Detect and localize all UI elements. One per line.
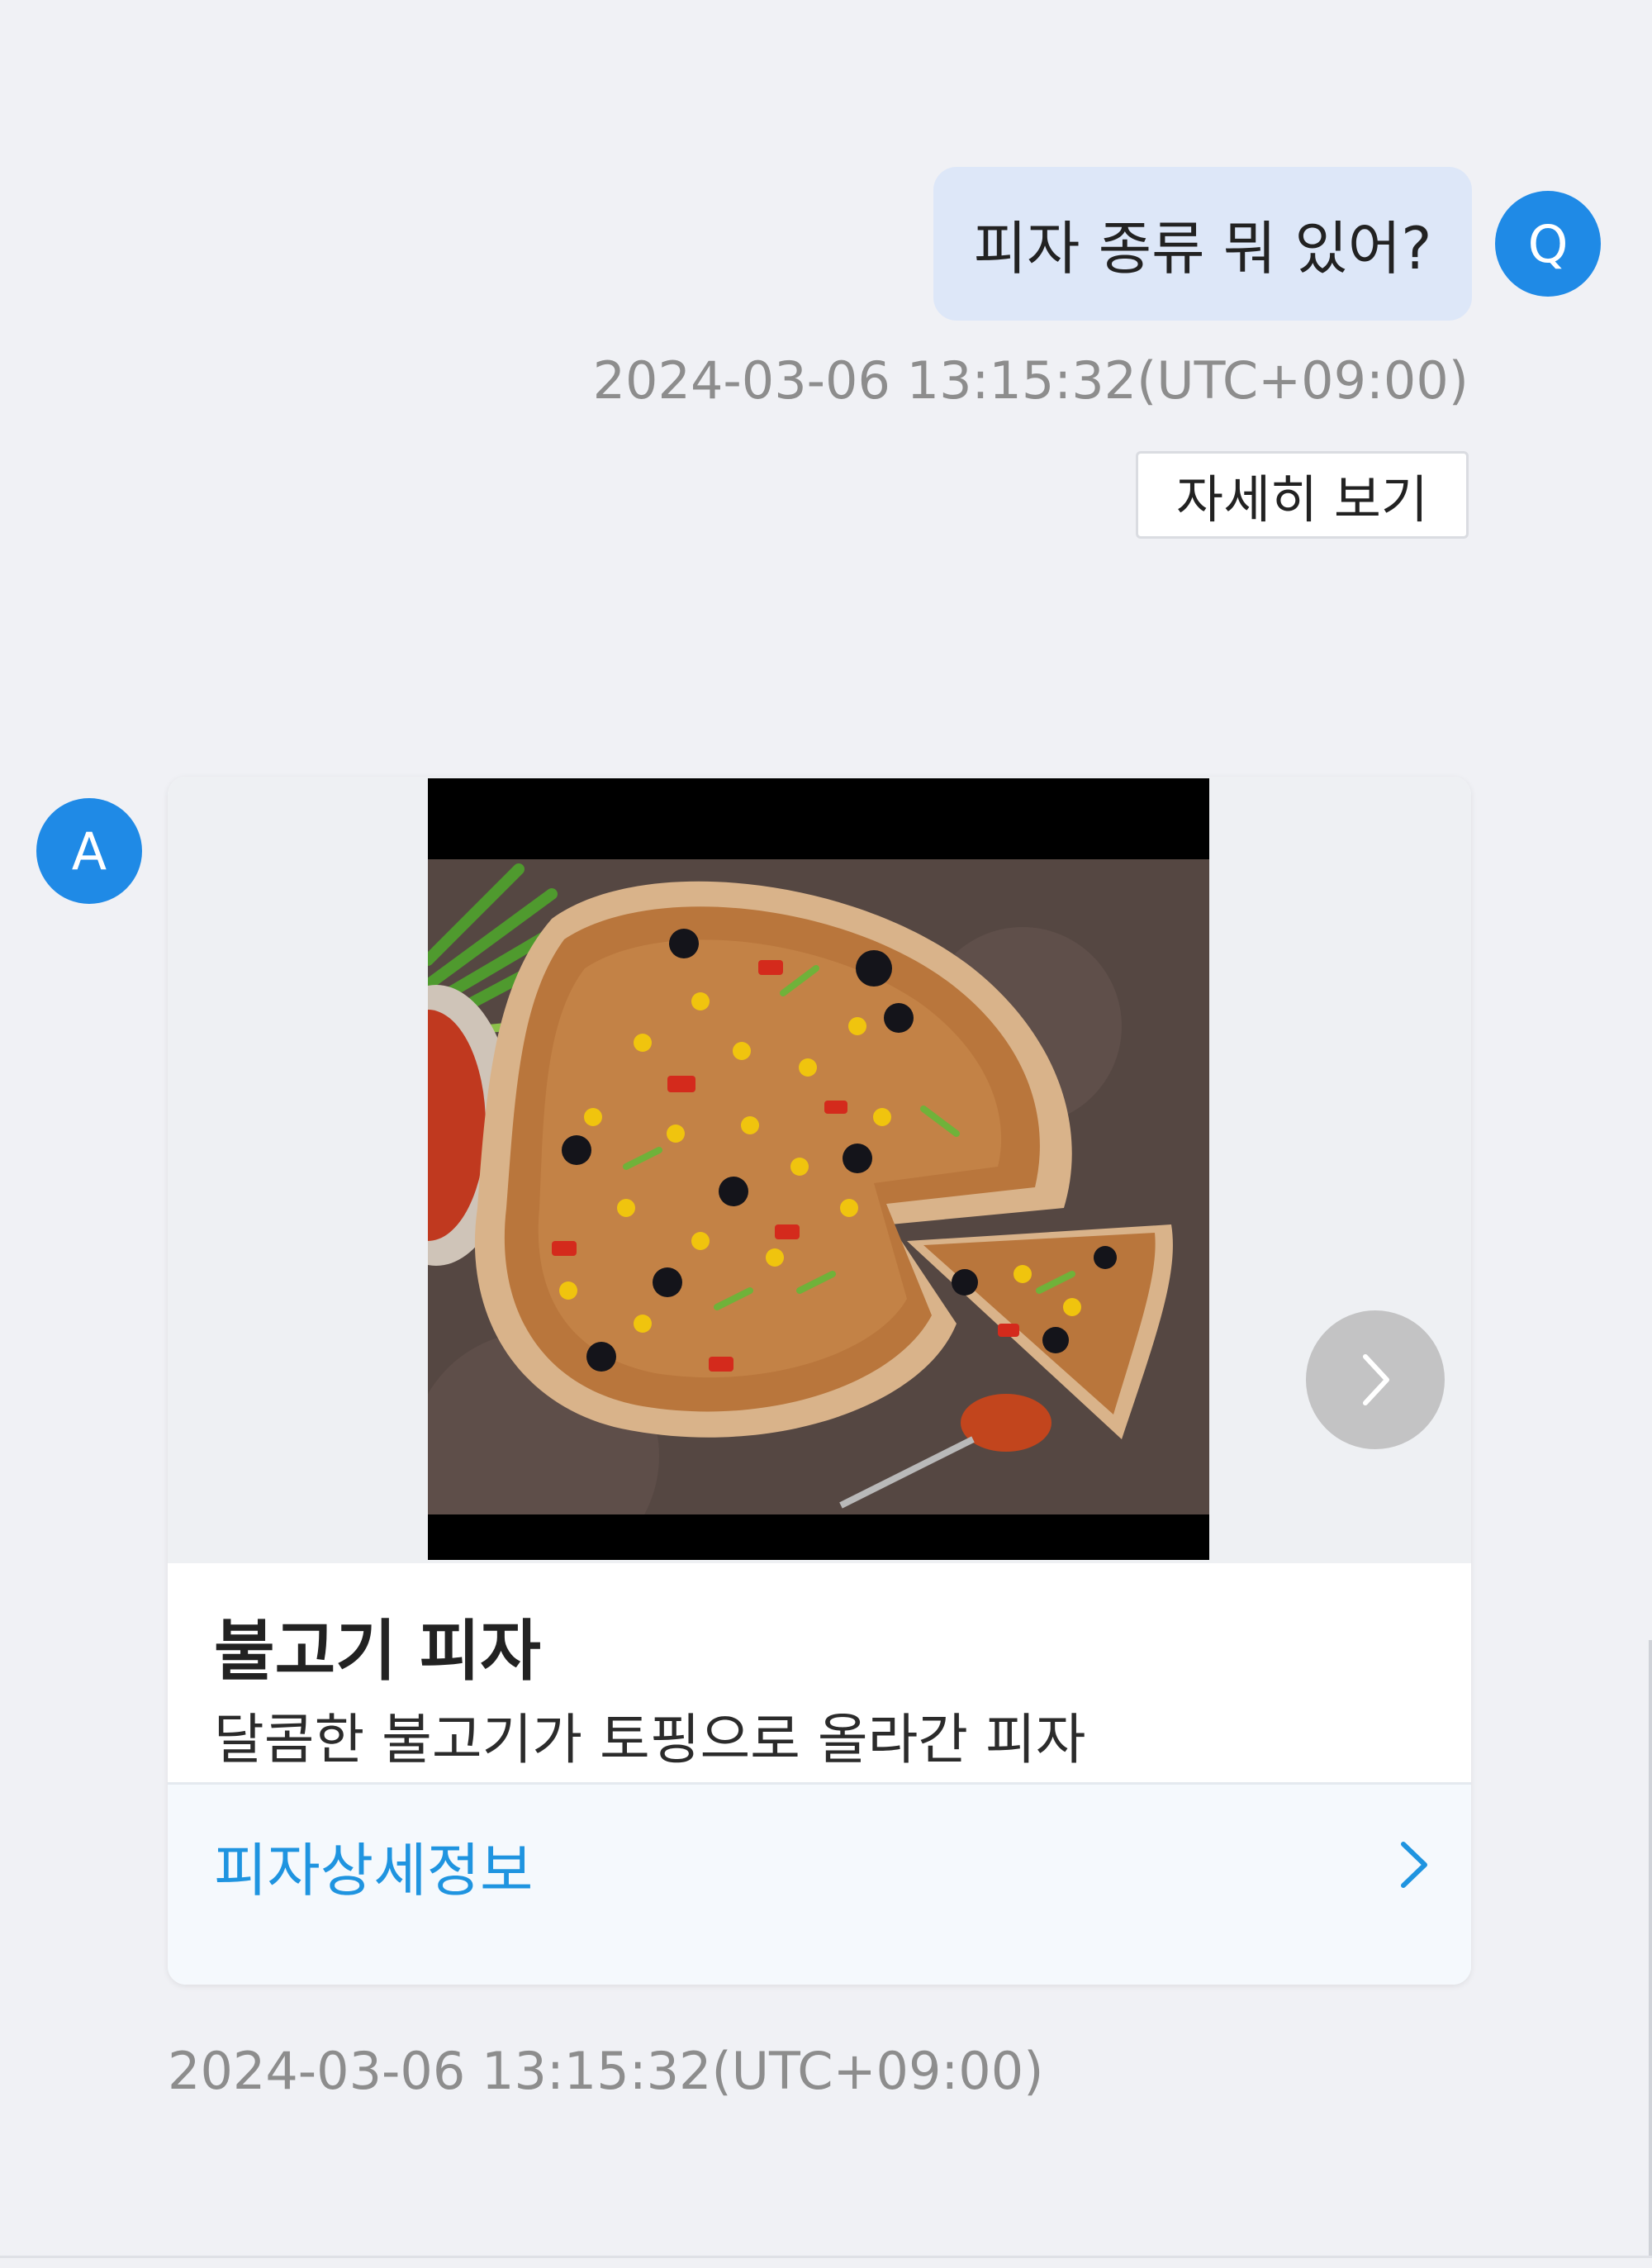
user-avatar-letter: Q <box>1527 213 1569 274</box>
user-message-bubble: 피자 종류 뭐 있어? <box>933 167 1472 321</box>
chevron-right-icon <box>1389 1828 1438 1905</box>
bottom-divider <box>0 2256 1652 2258</box>
pizza-card: 불고기 피자 달콤한 불고기가 토핑으로 올라간 피자 피자상세정보 <box>168 777 1471 1985</box>
card-image-carousel <box>168 777 1471 1563</box>
view-details-label: 자세히 보기 <box>1176 469 1428 530</box>
bot-avatar: A <box>36 798 142 904</box>
pizza-detail-link[interactable]: 피자상세정보 <box>168 1782 1471 1985</box>
pizza-detail-link-label: 피자상세정보 <box>214 1837 534 1904</box>
scrollbar[interactable] <box>1649 1640 1652 2256</box>
card-description: 달콤한 불고기가 토핑으로 올라간 피자 <box>214 1708 1086 1771</box>
user-message-text: 피자 종류 뭐 있어? <box>973 214 1432 283</box>
user-message-timestamp: 2024-03-06 13:15:32(UTC+09:00) <box>592 350 1469 411</box>
user-avatar: Q <box>1495 191 1601 297</box>
bot-message-timestamp: 2024-03-06 13:15:32(UTC+09:00) <box>168 2041 1044 2101</box>
card-body: 불고기 피자 달콤한 불고기가 토핑으로 올라간 피자 <box>168 1563 1471 1782</box>
chevron-right-icon <box>1363 1354 1389 1405</box>
view-details-button[interactable]: 자세히 보기 <box>1136 451 1469 539</box>
bot-avatar-letter: A <box>71 820 107 882</box>
pizza-photo <box>428 778 1209 1560</box>
carousel-next-button[interactable] <box>1306 1310 1445 1449</box>
card-title: 불고기 피자 <box>214 1613 541 1690</box>
